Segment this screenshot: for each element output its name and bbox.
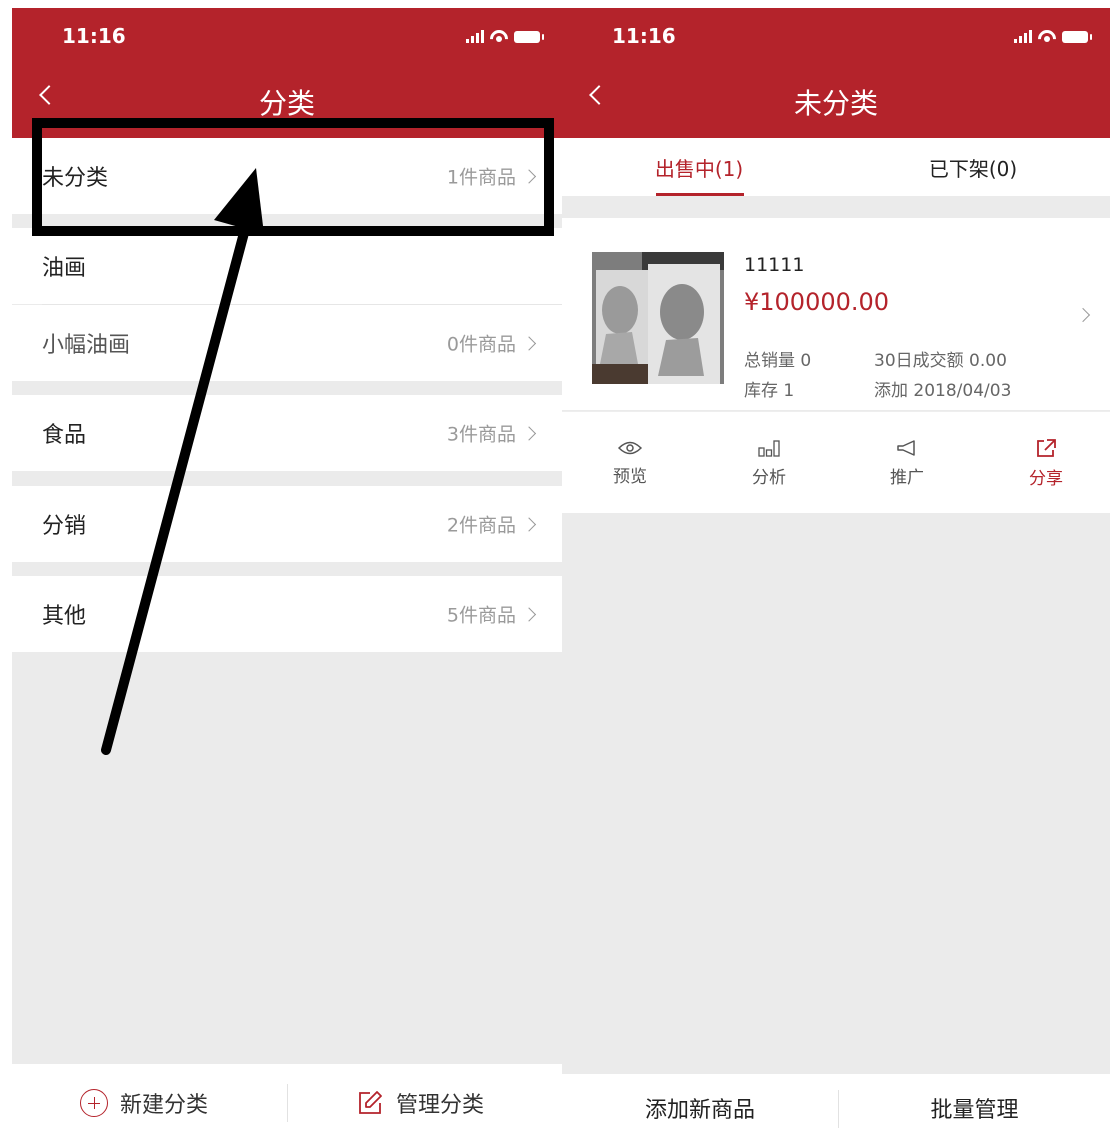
tab-off-shelf[interactable]: 已下架(0): [836, 138, 1110, 196]
bottom-toolbar: 添加新商品 批量管理: [562, 1074, 1110, 1142]
megaphone-icon: [897, 439, 915, 456]
plus-circle-icon: [80, 1089, 108, 1117]
share-label: 分享: [1029, 468, 1063, 489]
status-icons: [1014, 30, 1092, 43]
product-actions: 预览 分析 推广 分享: [562, 411, 1110, 513]
status-time: 11:16: [612, 24, 676, 48]
toolbar-separator: [287, 1084, 288, 1122]
turnover-30-days: 30日成交额 0.00: [874, 351, 1007, 371]
tab-on-sale[interactable]: 出售中(1): [562, 138, 836, 196]
share-button[interactable]: 分享: [986, 412, 1106, 514]
bar-chart-icon: [758, 439, 780, 457]
manage-category-label: 管理分类: [396, 1093, 485, 1118]
annotation-arrow: [101, 168, 264, 755]
date-added: 添加 2018/04/03: [874, 381, 1012, 401]
analyze-label: 分析: [752, 467, 786, 488]
analyze-button[interactable]: 分析: [709, 412, 829, 514]
chevron-right-icon: [1075, 307, 1091, 323]
eye-icon: [618, 441, 642, 454]
bottom-toolbar: 新建分类 管理分类: [12, 1064, 562, 1142]
signal-icon: [1014, 30, 1032, 43]
product-name: 11111: [744, 254, 805, 276]
battery-icon: [1062, 30, 1092, 43]
product-price: ¥100000.00: [744, 288, 890, 316]
batch-manage-button[interactable]: 批量管理: [839, 1074, 1110, 1142]
product-status-tabs: 出售中(1) 已下架(0): [562, 138, 1110, 196]
uncategorized-product-screen: 11:16 未分类 出售中(1) 已下架(0) 11111 ¥100000.00…: [562, 8, 1110, 1142]
active-tab-indicator: [656, 193, 744, 196]
manage-category-button[interactable]: 管理分类: [356, 1064, 484, 1142]
product-card[interactable]: 11111 ¥100000.00 总销量 0 库存 1 30日成交额 0.00 …: [562, 218, 1110, 410]
stock: 库存 1: [744, 381, 795, 401]
promote-label: 推广: [890, 467, 924, 488]
wifi-icon: [1038, 30, 1056, 43]
preview-button[interactable]: 预览: [570, 412, 690, 514]
edit-icon: [359, 1091, 382, 1114]
product-thumbnail: [592, 252, 724, 384]
preview-label: 预览: [613, 466, 647, 487]
promote-button[interactable]: 推广: [847, 412, 967, 514]
new-category-button[interactable]: 新建分类: [80, 1064, 208, 1142]
page-title: 未分类: [793, 87, 878, 120]
category-screen: 11:16 分类 未分类 1件商品 油画 小幅油画 0件商品 食品 3件商品 分…: [12, 8, 562, 1142]
header-bar: 11:16 未分类: [562, 8, 1110, 138]
total-sales: 总销量 0: [744, 351, 812, 371]
new-category-label: 新建分类: [120, 1093, 209, 1118]
add-product-button[interactable]: 添加新商品: [562, 1074, 838, 1142]
share-icon: [1037, 438, 1056, 457]
